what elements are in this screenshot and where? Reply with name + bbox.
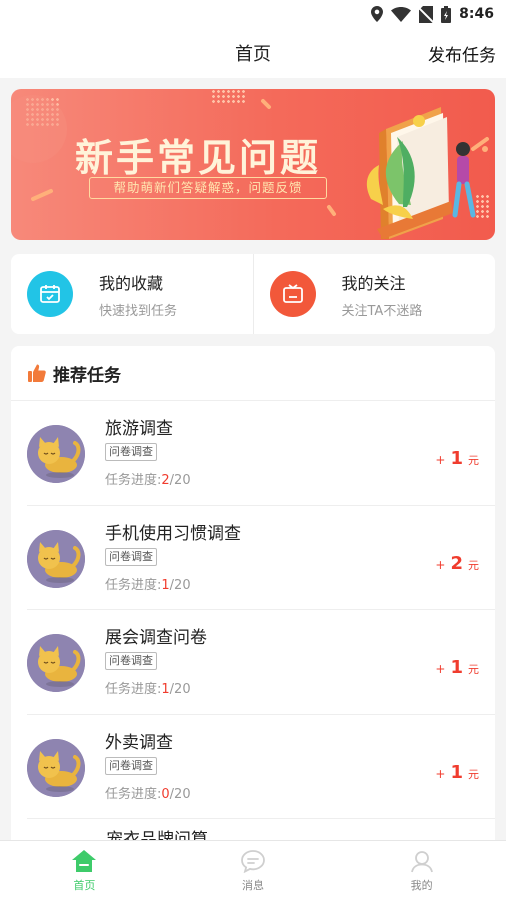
task-row[interactable]: 外卖调查问卷调查任务进度:0/20 +1 元	[27, 715, 495, 819]
quick-link-desc: 关注TA不迷路	[341, 303, 423, 319]
progress-done: 0	[161, 786, 170, 802]
quick-link-title: 我的收藏	[99, 273, 164, 293]
progress-total: /20	[169, 682, 191, 697]
reward-plus: +	[435, 453, 446, 467]
banner-title: 新手常见问题	[75, 136, 322, 180]
home-icon	[72, 849, 97, 872]
reward-unit: 元	[468, 454, 479, 467]
task-row[interactable]: 展会调查问卷 问卷调查 任务进度:1/20 +1 元	[27, 610, 495, 715]
tab-messages[interactable]: 消息	[169, 841, 338, 900]
tab-label: 消息	[242, 878, 264, 892]
task-progress: 任务进度:2/20	[105, 469, 191, 488]
quick-links: 我的收藏 快速找到任务 我的关注 关注TA不迷路	[11, 254, 495, 334]
task-avatar	[27, 529, 85, 588]
tab-label: 首页	[73, 878, 96, 892]
progress-total: /20	[169, 473, 191, 488]
section-title: 推荐任务	[53, 365, 121, 386]
task-avatar	[27, 425, 85, 483]
task-name: 旅游调查	[105, 419, 173, 439]
publish-task-button[interactable]: 发布任务	[428, 41, 496, 66]
reward-unit: 元	[468, 663, 479, 676]
task-progress: 任务进度:0/20	[105, 783, 191, 802]
section-header: 推荐任务	[11, 346, 495, 401]
my-follows-link[interactable]: 我的关注 关注TA不迷路	[252, 254, 496, 334]
reward-unit: 元	[468, 767, 479, 781]
no-sim-icon	[419, 5, 434, 23]
task-progress: 任务进度:1/20	[105, 574, 191, 593]
task-row[interactable]: 手机使用习惯调查 问卷调查任务进度:1/20 +2 元	[27, 506, 495, 610]
reward-plus: +	[435, 557, 446, 572]
reward-amount: 1	[450, 657, 463, 678]
task-progress: 任务进度:1/20	[105, 678, 191, 697]
calendar-icon	[27, 271, 73, 317]
recommended-tasks-panel: 推荐任务 旅游调查 问卷调查 任务进度:2/20 +1 元手机使用习惯调查 问卷调查 任务进…	[11, 346, 495, 840]
task-reward: +2 元	[435, 553, 479, 574]
progress-total: /20	[169, 786, 191, 802]
location-icon	[371, 6, 384, 22]
reward-amount: 2	[450, 552, 463, 574]
my-favorites-link[interactable]: 我的收藏 快速找到任务	[11, 254, 253, 334]
progress-label: 任务进度:	[105, 786, 162, 802]
status-time: 8:46	[459, 6, 494, 22]
task-reward: +1 元	[435, 448, 479, 469]
reward-amount: 1	[450, 761, 463, 783]
page-title: 首页	[235, 44, 271, 65]
progress-label: 任务进度:	[105, 473, 162, 488]
progress-label: 任务进度:	[105, 682, 162, 697]
banner-subtitle: 帮助萌新们答疑解惑，问题反馈	[89, 177, 327, 199]
tab-profile[interactable]: 我的	[337, 841, 506, 900]
task-row[interactable]: 旅游调查问卷调查任务进度:2/20 +1 元	[27, 401, 495, 506]
status-bar: 8:46	[0, 0, 506, 28]
task-reward: +1 元	[435, 657, 479, 678]
reward-amount: 1	[450, 448, 463, 469]
progress-done: 1	[161, 682, 170, 697]
reward-plus: +	[435, 662, 446, 676]
task-tag: 问卷调查	[105, 652, 157, 670]
battery-icon	[441, 5, 452, 23]
partial-task-name: 宠衣品牌问算	[106, 830, 208, 840]
profile-icon	[410, 850, 433, 872]
thumbs-up-icon	[28, 364, 46, 382]
task-name: 手机使用习惯调查	[105, 523, 241, 544]
task-avatar	[27, 738, 85, 797]
task-reward: +1 元	[435, 762, 479, 783]
quick-link-desc: 快速找到任务	[99, 303, 178, 319]
reward-unit: 元	[468, 558, 479, 572]
task-tag: 问卷调查	[105, 443, 157, 461]
app-header: 首页 发布任务	[0, 28, 506, 78]
progress-total: /20	[169, 577, 191, 593]
tab-home[interactable]: 首页	[0, 841, 169, 900]
newbie-faq-banner[interactable]: 新手常见问题 帮助萌新们答疑解惑，问题反馈	[11, 89, 495, 240]
reward-plus: +	[435, 766, 446, 781]
tab-label: 我的	[410, 878, 433, 892]
task-tag: 问卷调查	[105, 547, 157, 566]
task-name: 展会调查问卷	[105, 628, 207, 648]
task-avatar	[27, 634, 85, 692]
progress-label: 任务进度:	[105, 577, 162, 593]
bottom-tab-bar: 首页 消息 我的	[0, 840, 506, 900]
wifi-icon	[391, 6, 412, 22]
tv-icon	[269, 271, 316, 317]
message-icon	[241, 849, 265, 873]
progress-done: 2	[161, 473, 170, 488]
progress-done: 1	[161, 577, 170, 593]
task-tag: 问卷调查	[105, 756, 157, 775]
quick-link-title: 我的关注	[341, 273, 406, 293]
task-name: 外卖调查	[105, 732, 173, 753]
